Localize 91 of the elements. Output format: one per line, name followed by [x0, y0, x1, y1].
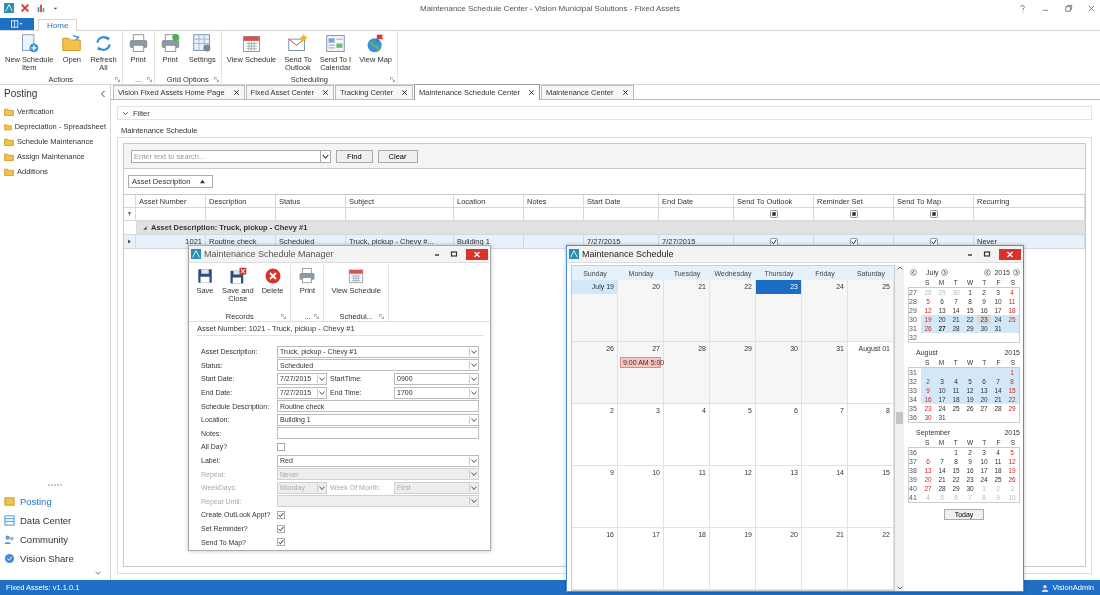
dropdown-caret-icon[interactable]: [469, 375, 478, 383]
dropdown-caret-icon[interactable]: [469, 483, 478, 492]
dropdown-field[interactable]: [277, 495, 479, 508]
dialog-launcher-icon[interactable]: [281, 314, 287, 319]
grid-settings-icon: [191, 33, 213, 54]
dialog-title: Maintenance Schedule: [582, 249, 675, 259]
calendar-icon: [241, 33, 262, 54]
dialog-launcher-icon[interactable]: [114, 77, 120, 82]
refresh-icon: [93, 33, 114, 54]
printer-icon: [159, 33, 181, 54]
dialog-launcher-icon[interactable]: [314, 314, 320, 319]
close-x-icon[interactable]: [20, 3, 30, 13]
dropdown-caret-icon[interactable]: [320, 149, 331, 163]
navigation-item[interactable]: Community: [0, 530, 110, 549]
checkbox[interactable]: [929, 237, 938, 246]
dialog-title: Maintenance Schedule Manager: [204, 249, 335, 259]
help-icon[interactable]: [1018, 3, 1027, 13]
nav-icon: [4, 515, 15, 526]
dropdown-caret-icon[interactable]: [469, 347, 478, 356]
floppy-close-icon: [228, 267, 247, 285]
app-logo-icon[interactable]: [4, 3, 14, 13]
checkbox[interactable]: [849, 237, 858, 246]
window-title: Maintenance Schedule Center - Vision Municipal Solutions - Fixed Assets: [420, 3, 680, 13]
dialog-launcher-icon[interactable]: [146, 77, 152, 82]
dropdown-caret-icon[interactable]: [317, 375, 326, 383]
close-icon[interactable]: [401, 89, 409, 96]
folder-icon: [61, 33, 83, 54]
previous-icon[interactable]: [910, 269, 917, 276]
scrollbar[interactable]: [895, 265, 904, 591]
ribbon-tab[interactable]: Home: [38, 19, 78, 31]
nav-icon: [4, 496, 15, 507]
restore-icon[interactable]: [1064, 3, 1073, 13]
collapse-icon[interactable]: [99, 89, 107, 98]
dialog-launcher-icon[interactable]: [390, 77, 395, 82]
filter-cell[interactable]: [124, 208, 136, 221]
expand-icon[interactable]: [141, 224, 148, 231]
dropdown-caret-icon[interactable]: [469, 456, 478, 465]
navigation-item[interactable]: Data Center: [0, 511, 110, 530]
checkbox[interactable]: [277, 442, 285, 451]
calendar-icon: [347, 267, 366, 285]
previous-icon[interactable]: [984, 269, 992, 276]
checkbox[interactable]: [769, 237, 778, 246]
printer-icon: [127, 33, 149, 54]
dialog-launcher-icon[interactable]: [213, 77, 219, 82]
sort-arrow-icon: [199, 179, 207, 184]
calendar-window-icon: [324, 33, 346, 54]
close-icon[interactable]: [321, 89, 329, 96]
navigation-item[interactable]: Posting: [0, 492, 110, 511]
dropdown-caret-icon[interactable]: [469, 361, 478, 370]
close-icon[interactable]: [621, 89, 629, 96]
filter-checkbox[interactable]: [849, 210, 858, 218]
checkbox[interactable]: [277, 524, 285, 533]
close-icon[interactable]: [232, 89, 240, 96]
chevron-down-icon[interactable]: [94, 570, 102, 576]
expand-chevron-icon[interactable]: [122, 109, 129, 117]
chart-icon[interactable]: [36, 3, 46, 13]
delete-icon: [263, 267, 282, 285]
dropdown-caret-icon[interactable]: [469, 497, 478, 506]
next-icon[interactable]: [941, 269, 949, 276]
nav-icon: [4, 534, 15, 545]
dropdown-caret-icon[interactable]: [469, 415, 478, 424]
row-indicator-icon: [127, 238, 132, 245]
application-menu-button[interactable]: [0, 18, 34, 30]
panel-icon: [10, 20, 24, 28]
user-icon: [1041, 583, 1050, 592]
text-field[interactable]: [277, 427, 479, 440]
dropdown-caret-icon[interactable]: [469, 388, 478, 397]
scroll-down-icon[interactable]: [895, 585, 904, 591]
printer-icon: [298, 267, 317, 285]
dropdown-caret-icon[interactable]: [469, 470, 478, 479]
dialog-launcher-icon[interactable]: [378, 314, 384, 319]
navigation-item[interactable]: Vision Share: [0, 549, 110, 568]
close-button[interactable]: [466, 248, 488, 260]
next-icon[interactable]: [1013, 269, 1020, 276]
maximize-icon[interactable]: [449, 249, 459, 259]
checkbox[interactable]: [277, 510, 285, 519]
filter-checkbox[interactable]: [929, 210, 938, 218]
dropdown-caret-icon[interactable]: [317, 483, 326, 492]
envelope-icon: [287, 33, 309, 54]
floppy-icon: [196, 267, 214, 285]
dropdown-caret-icon[interactable]: [317, 388, 326, 397]
checkbox[interactable]: [277, 538, 285, 547]
filter-icon: [127, 211, 132, 217]
sidebar-title: Posting: [4, 88, 38, 99]
scroll-up-icon[interactable]: [895, 265, 904, 271]
filter-checkbox[interactable]: [769, 210, 778, 218]
maximize-icon[interactable]: [982, 249, 992, 259]
nav-icon: [4, 553, 15, 564]
close-button[interactable]: [999, 248, 1021, 260]
scrollbar-thumb[interactable]: [896, 412, 903, 425]
close-icon[interactable]: [527, 89, 535, 96]
